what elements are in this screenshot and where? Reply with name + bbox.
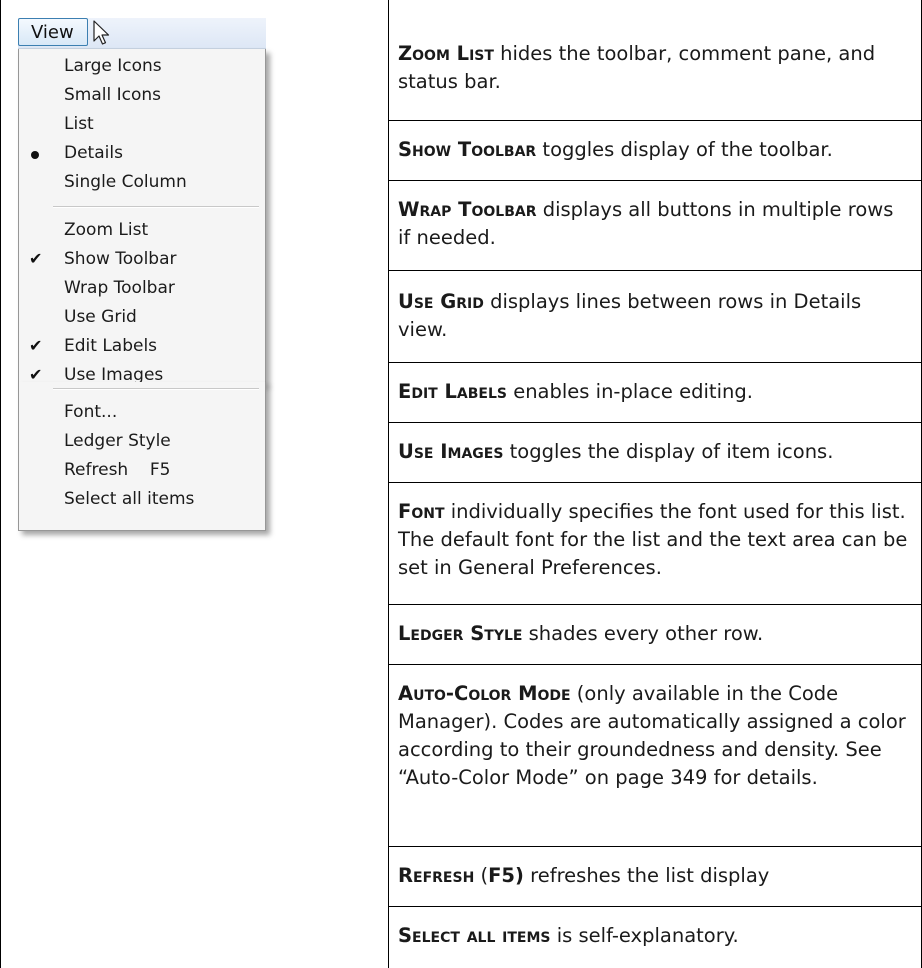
menu-item-label: Show Toolbar	[64, 249, 177, 269]
radio-bullet-icon	[31, 151, 39, 159]
menu-item-wrap-toolbar[interactable]: Wrap Toolbar	[19, 275, 265, 304]
row-divider	[388, 362, 922, 363]
description-text: shades every other row.	[522, 622, 764, 645]
description-text: toggles the display of item icons.	[503, 440, 834, 463]
description-use-grid: Use Grid displays lines between rows in …	[398, 288, 908, 344]
checkmark-icon: ✔	[29, 336, 43, 355]
menu-item-show-toolbar[interactable]: ✔ Show Toolbar	[19, 246, 265, 275]
menu-item-details[interactable]: Details	[19, 140, 265, 169]
menu-bar: View	[18, 18, 266, 49]
menu-item-label: Font...	[64, 402, 118, 422]
table-column-divider	[388, 0, 389, 968]
description-font: Font individually specifies the font use…	[398, 498, 908, 582]
menu-item-large-icons[interactable]: Large Icons	[19, 53, 265, 82]
description-text: is self-explanatory.	[550, 924, 739, 947]
menu-item-label: Large Icons	[64, 56, 162, 76]
view-menu-label: View	[31, 22, 74, 43]
row-divider	[388, 482, 922, 483]
menu-item-list[interactable]: List	[19, 111, 265, 140]
menu-item-zoom-list[interactable]: Zoom List	[19, 217, 265, 246]
term: Select all items	[398, 924, 551, 947]
description-text: refreshes the list display	[523, 864, 770, 887]
description-text: enables in-place editing.	[507, 380, 753, 403]
description-refresh: Refresh (F5) refreshes the list display	[398, 862, 908, 890]
description-ledger-style: Ledger Style shades every other row.	[398, 620, 908, 648]
term: Show Toolbar	[398, 138, 537, 161]
row-divider	[388, 120, 922, 121]
row-divider	[388, 664, 922, 665]
description-edit-labels: Edit Labels enables in-place editing.	[398, 378, 908, 406]
term: Auto-Color Mode	[398, 682, 571, 705]
term: Refresh	[398, 864, 475, 887]
menu-separator	[53, 388, 259, 390]
menu-item-ledger-style[interactable]: Ledger Style	[19, 428, 265, 457]
description-wrap-toolbar: Wrap Toolbar displays all buttons in mul…	[398, 196, 908, 252]
term: Wrap Toolbar	[398, 198, 537, 221]
menu-item-edit-labels[interactable]: ✔ Edit Labels	[19, 333, 265, 362]
row-divider	[388, 422, 922, 423]
menu-item-small-icons[interactable]: Small Icons	[19, 82, 265, 111]
term: Zoom List	[398, 42, 494, 65]
menu-item-label: List	[64, 114, 94, 134]
menu-item-label: Details	[64, 143, 123, 163]
description-text: toggles display of the toolbar.	[536, 138, 833, 161]
description-use-images: Use Images toggles the display of item i…	[398, 438, 908, 466]
menu-item-label: Select all items	[64, 489, 195, 509]
row-divider	[388, 906, 922, 907]
view-menu-dropdown-lower: Font... Ledger Style Refresh F5 Select a…	[18, 382, 266, 531]
row-divider	[388, 604, 922, 605]
description-select-all-items: Select all items is self-explanatory.	[398, 922, 908, 950]
term: Use Images	[398, 440, 504, 463]
menu-item-label: Wrap Toolbar	[64, 278, 175, 298]
row-divider	[388, 180, 922, 181]
menu-item-label: Edit Labels	[64, 336, 158, 356]
row-divider	[388, 846, 922, 847]
table-border-left	[0, 0, 1, 968]
mouse-pointer-icon	[92, 20, 110, 50]
menu-item-select-all-items[interactable]: Select all items	[19, 486, 265, 515]
row-divider	[388, 270, 922, 271]
menu-item-refresh[interactable]: Refresh F5	[19, 457, 265, 486]
checkmark-icon: ✔	[29, 249, 43, 268]
shortcut-key: F5)	[488, 864, 524, 887]
menu-item-use-grid[interactable]: Use Grid	[19, 304, 265, 333]
menu-separator	[53, 206, 259, 208]
term: Use Grid	[398, 290, 484, 313]
menu-item-label: Zoom List	[64, 220, 149, 240]
description-show-toolbar: Show Toolbar toggles display of the tool…	[398, 136, 908, 164]
view-menu-screenshot: View Large Icons Small Icons List Detail…	[18, 18, 266, 531]
menu-item-font[interactable]: Font...	[19, 399, 265, 428]
menu-item-label: Single Column	[64, 172, 187, 192]
view-menu-button[interactable]: View	[18, 18, 88, 46]
description-text: individually specifies the font used for…	[398, 500, 908, 579]
description-auto-color-mode: Auto-Color Mode (only available in the C…	[398, 680, 908, 792]
menu-item-label: Refresh F5	[64, 460, 171, 480]
menu-item-label: Use Grid	[64, 307, 137, 327]
description-zoom-list: Zoom List hides the toolbar, comment pan…	[398, 40, 908, 96]
term: Ledger Style	[398, 622, 523, 645]
paren-open: (	[474, 864, 489, 887]
term: Edit Labels	[398, 380, 507, 403]
menu-item-single-column[interactable]: Single Column	[19, 169, 265, 198]
view-menu-dropdown: Large Icons Small Icons List Details Sin…	[18, 49, 266, 385]
term: Font	[398, 500, 445, 523]
menu-item-label: Ledger Style	[64, 431, 171, 451]
menu-item-label: Small Icons	[64, 85, 162, 105]
